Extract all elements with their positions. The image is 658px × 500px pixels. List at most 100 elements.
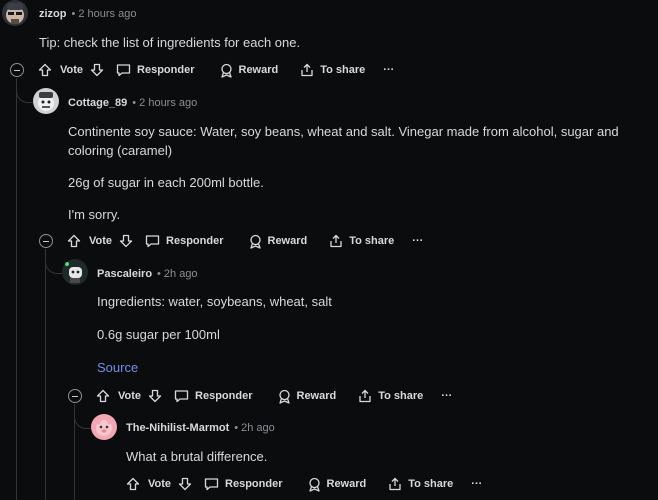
share-label: To share	[320, 64, 366, 76]
username[interactable]: Cottage_89	[68, 97, 127, 109]
vote-label: Vote	[118, 390, 142, 402]
avatar[interactable]	[2, 0, 28, 26]
timestamp[interactable]: 2 hours ago	[139, 97, 197, 109]
comment-paragraph: Tip: check the list of ingredients for e…	[39, 35, 301, 50]
share-icon	[301, 63, 313, 77]
comment-icon	[174, 390, 189, 403]
timestamp[interactable]: 2h ago	[241, 422, 275, 434]
comment-paragraph: 0.6g sugar per 100ml	[97, 327, 220, 342]
reward-button[interactable]: Reward	[277, 389, 337, 404]
avatar[interactable]	[91, 414, 117, 440]
thread-elbow	[45, 255, 62, 274]
downvote-icon	[148, 389, 162, 403]
avatar[interactable]	[33, 88, 59, 114]
reward-button[interactable]: Reward	[307, 477, 367, 492]
comment-actions: Vote Responder Reward To share ···	[126, 474, 482, 494]
thread-line-zizop[interactable]	[16, 78, 17, 500]
upvote-button[interactable]	[38, 63, 52, 77]
thread-elbow	[16, 84, 33, 103]
award-icon	[220, 63, 232, 78]
comment-actions: Vote Responder Reward To share ···	[39, 231, 423, 251]
reward-label: Reward	[326, 478, 367, 490]
comment-paragraph: Ingredients: water, soybeans, wheat, sal…	[97, 294, 332, 309]
username[interactable]: The-Nihilist-Marmot	[126, 422, 229, 434]
share-icon	[359, 389, 371, 403]
comment-actions: Vote Responder Reward To share ···	[68, 386, 452, 406]
comment-meta: Pascaleiro • 2h ago	[97, 268, 198, 280]
share-label: To share	[349, 235, 395, 247]
comment-paragraph: What a brutal difference.	[126, 449, 268, 464]
comment-actions: Vote Responder Reward To share ···	[10, 60, 394, 80]
downvote-button[interactable]	[119, 234, 133, 248]
comment-body: What a brutal difference.	[126, 447, 646, 466]
downvote-button[interactable]	[148, 389, 162, 403]
separator-dot: •	[132, 97, 137, 109]
comment-body: Continente soy sauce: Water, soy beans, …	[68, 122, 656, 224]
separator-dot: •	[234, 422, 239, 434]
more-icon[interactable]: ···	[383, 64, 394, 76]
downvote-icon	[178, 477, 192, 491]
upvote-button[interactable]	[126, 477, 140, 491]
comment-body: Tip: check the list of ingredients for e…	[39, 33, 639, 52]
award-icon	[249, 234, 261, 249]
upvote-icon	[126, 477, 140, 491]
avatar[interactable]	[62, 259, 88, 285]
separator-dot: •	[157, 268, 161, 280]
username[interactable]: Pascaleiro	[97, 268, 152, 280]
upvote-button[interactable]	[96, 389, 110, 403]
reply-label: Responder	[195, 390, 253, 402]
vote-label: Vote	[148, 478, 172, 490]
reward-label: Reward	[238, 64, 279, 76]
separator-dot: •	[71, 8, 76, 20]
reply-label: Responder	[166, 235, 224, 247]
comment-paragraph: Continente soy sauce: Water, soy beans, …	[68, 124, 619, 158]
upvote-icon	[38, 63, 52, 77]
reward-label: Reward	[296, 390, 337, 402]
comment-icon	[204, 478, 219, 491]
share-button[interactable]: To share	[300, 63, 365, 77]
upvote-button[interactable]	[67, 234, 81, 248]
comment-paragraph: 26g of sugar in each 200ml bottle.	[68, 175, 264, 190]
award-icon	[308, 477, 320, 492]
reward-label: Reward	[267, 235, 308, 247]
thread-line-cottage[interactable]	[45, 249, 46, 500]
comment-meta: Cottage_89 • 2 hours ago	[68, 97, 197, 109]
timestamp[interactable]: 2h ago	[164, 268, 198, 280]
reply-button[interactable]: Responder	[174, 389, 253, 403]
downvote-button[interactable]	[90, 63, 104, 77]
vote-label: Vote	[60, 64, 84, 76]
username[interactable]: zizop	[39, 8, 67, 20]
comment-meta: zizop • 2 hours ago	[39, 8, 136, 20]
share-button[interactable]: To share	[388, 477, 453, 491]
comment-meta: The-Nihilist-Marmot • 2h ago	[126, 422, 275, 434]
reward-button[interactable]: Reward	[248, 234, 308, 249]
collapse-icon[interactable]	[10, 63, 24, 77]
comment-icon	[116, 64, 131, 77]
comment-body: Ingredients: water, soybeans, wheat, sal…	[97, 292, 647, 377]
reply-button[interactable]: Responder	[145, 234, 224, 248]
source-link[interactable]: Source	[97, 358, 647, 377]
share-icon	[330, 234, 342, 248]
collapse-icon[interactable]	[39, 234, 53, 248]
share-label: To share	[408, 478, 454, 490]
more-icon[interactable]: ···	[441, 390, 452, 402]
comment-icon	[145, 235, 160, 248]
collapse-icon[interactable]	[68, 389, 82, 403]
more-icon[interactable]: ···	[471, 478, 482, 490]
reply-button[interactable]: Responder	[116, 63, 195, 77]
reply-button[interactable]: Responder	[204, 477, 283, 491]
share-icon	[389, 477, 401, 491]
share-label: To share	[378, 390, 424, 402]
vote-label: Vote	[89, 235, 113, 247]
more-icon[interactable]: ···	[412, 235, 423, 247]
share-button[interactable]: To share	[358, 389, 423, 403]
reply-label: Responder	[137, 64, 195, 76]
downvote-button[interactable]	[178, 477, 192, 491]
timestamp[interactable]: 2 hours ago	[78, 8, 136, 20]
reward-button[interactable]: Reward	[219, 63, 279, 78]
downvote-icon	[119, 234, 133, 248]
downvote-icon	[90, 63, 104, 77]
upvote-icon	[96, 389, 110, 403]
share-button[interactable]: To share	[329, 234, 394, 248]
reply-label: Responder	[225, 478, 283, 490]
